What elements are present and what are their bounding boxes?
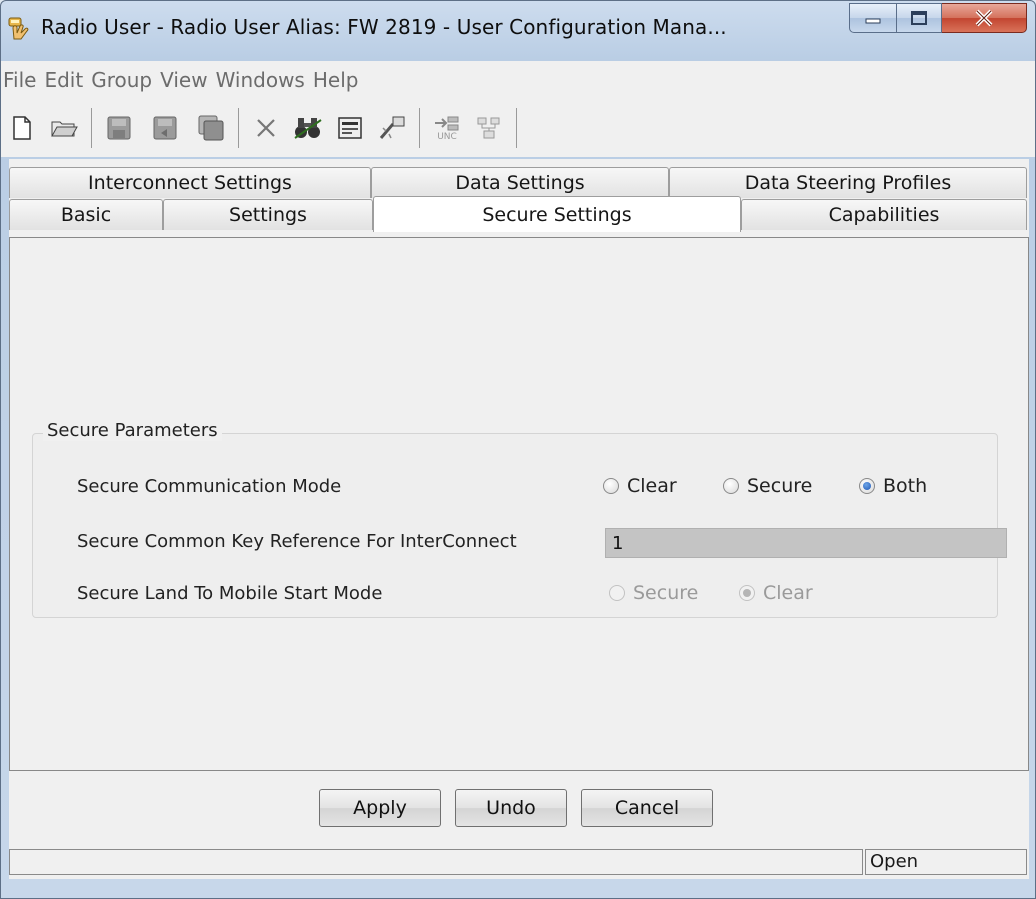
new-button[interactable] [5, 111, 39, 145]
toolbar-separator [419, 108, 420, 148]
menu-edit[interactable]: Edit [44, 68, 89, 92]
open-folder-icon [51, 121, 78, 137]
cancel-button[interactable]: Cancel [581, 789, 713, 827]
tab-basic[interactable]: Basic [9, 199, 163, 230]
new-document-icon [13, 116, 31, 140]
binoculars-icon [294, 118, 322, 139]
save-button[interactable] [102, 111, 136, 145]
status-bar: Open [9, 849, 1027, 877]
tree-button[interactable] [472, 111, 506, 145]
unc-label: UNC [437, 131, 457, 142]
title-bar[interactable]: Radio User - Radio User Alias: FW 2819 -… [1, 1, 1035, 59]
toolbar-separator [238, 108, 239, 148]
content-frame: Interconnect Settings Data Settings Data… [9, 159, 1029, 879]
status-message [9, 849, 863, 875]
tab-capabilities[interactable]: Capabilities [741, 199, 1027, 230]
status-state: Open [865, 849, 1027, 875]
radio-icon [739, 585, 755, 601]
menu-group[interactable]: Group [91, 68, 158, 92]
toolbar-separator [516, 108, 517, 148]
radio-icon [723, 478, 739, 494]
find-button[interactable] [291, 111, 325, 145]
radio-icon [603, 478, 619, 494]
menu-bar: File Edit Group View Windows Help [1, 61, 1035, 99]
radio-label: Secure [633, 582, 699, 604]
land-to-mobile-clear-radio[interactable]: Clear [739, 582, 813, 604]
group-title: Secure Parameters [43, 420, 222, 441]
menu-view[interactable]: View [160, 68, 213, 92]
undo-button[interactable]: Undo [455, 789, 567, 827]
radio-icon [859, 478, 875, 494]
tab-data-settings[interactable]: Data Settings [371, 167, 669, 198]
apply-button[interactable]: Apply [319, 789, 441, 827]
delete-icon [257, 119, 275, 137]
secure-parameters-group: Secure Parameters Secure Communication M… [32, 420, 1007, 618]
tab-settings[interactable]: Settings [163, 199, 373, 230]
tree-icon [477, 117, 500, 139]
minimize-icon [865, 18, 881, 24]
comm-mode-both-radio[interactable]: Both [859, 475, 927, 497]
comm-mode-secure-radio[interactable]: Secure [723, 475, 812, 497]
wizard-button[interactable] [375, 111, 409, 145]
minimize-button[interactable] [849, 3, 897, 33]
caption-buttons [849, 3, 1027, 33]
dialog-buttons: Apply Undo Cancel [9, 789, 1027, 831]
maximize-button[interactable] [897, 3, 942, 33]
toolbar: UNC [1, 99, 1035, 157]
delete-button[interactable] [249, 111, 283, 145]
menu-windows[interactable]: Windows [216, 68, 311, 92]
disk-icon [107, 116, 131, 140]
open-button[interactable] [47, 111, 81, 145]
radio-label: Both [883, 475, 928, 497]
menu-help[interactable]: Help [313, 68, 365, 92]
disk-back-icon [153, 116, 177, 140]
radio-label: Secure [747, 475, 813, 497]
tab-panel: Secure Parameters Secure Communication M… [9, 237, 1029, 771]
wizard-icon [379, 116, 405, 139]
comm-mode-clear-radio[interactable]: Clear [603, 475, 677, 497]
toolbar-separator [91, 108, 92, 148]
tab-data-steering-profiles[interactable]: Data Steering Profiles [669, 167, 1027, 198]
revert-button[interactable] [148, 111, 182, 145]
unc-button[interactable]: UNC [430, 111, 464, 145]
disk-stack-icon [198, 115, 224, 141]
comm-mode-label: Secure Communication Mode [77, 476, 342, 497]
form-icon [338, 117, 362, 139]
menu-file[interactable]: File [3, 68, 42, 92]
tab-row-lower: Basic Settings Secure Settings Capabilit… [9, 196, 1027, 233]
hand-radio-icon [8, 17, 29, 40]
key-ref-label: Secure Common Key Reference For InterCon… [77, 531, 517, 552]
land-to-mobile-secure-radio[interactable]: Secure [609, 582, 698, 604]
save-all-button[interactable] [194, 111, 228, 145]
close-icon [975, 9, 993, 27]
window-title: Radio User - Radio User Alias: FW 2819 -… [41, 15, 727, 39]
key-ref-field[interactable] [605, 528, 1007, 558]
maximize-icon [911, 11, 927, 25]
radio-label: Clear [763, 582, 813, 604]
app-window: Radio User - Radio User Alias: FW 2819 -… [0, 0, 1036, 899]
land-to-mobile-label: Secure Land To Mobile Start Mode [77, 583, 383, 604]
form-button[interactable] [333, 111, 367, 145]
radio-icon [609, 585, 625, 601]
close-button[interactable] [942, 3, 1027, 33]
unc-arrow-icon [435, 116, 459, 130]
radio-label: Clear [627, 475, 677, 497]
tab-secure-settings[interactable]: Secure Settings [373, 196, 741, 232]
tab-interconnect-settings[interactable]: Interconnect Settings [9, 167, 371, 198]
